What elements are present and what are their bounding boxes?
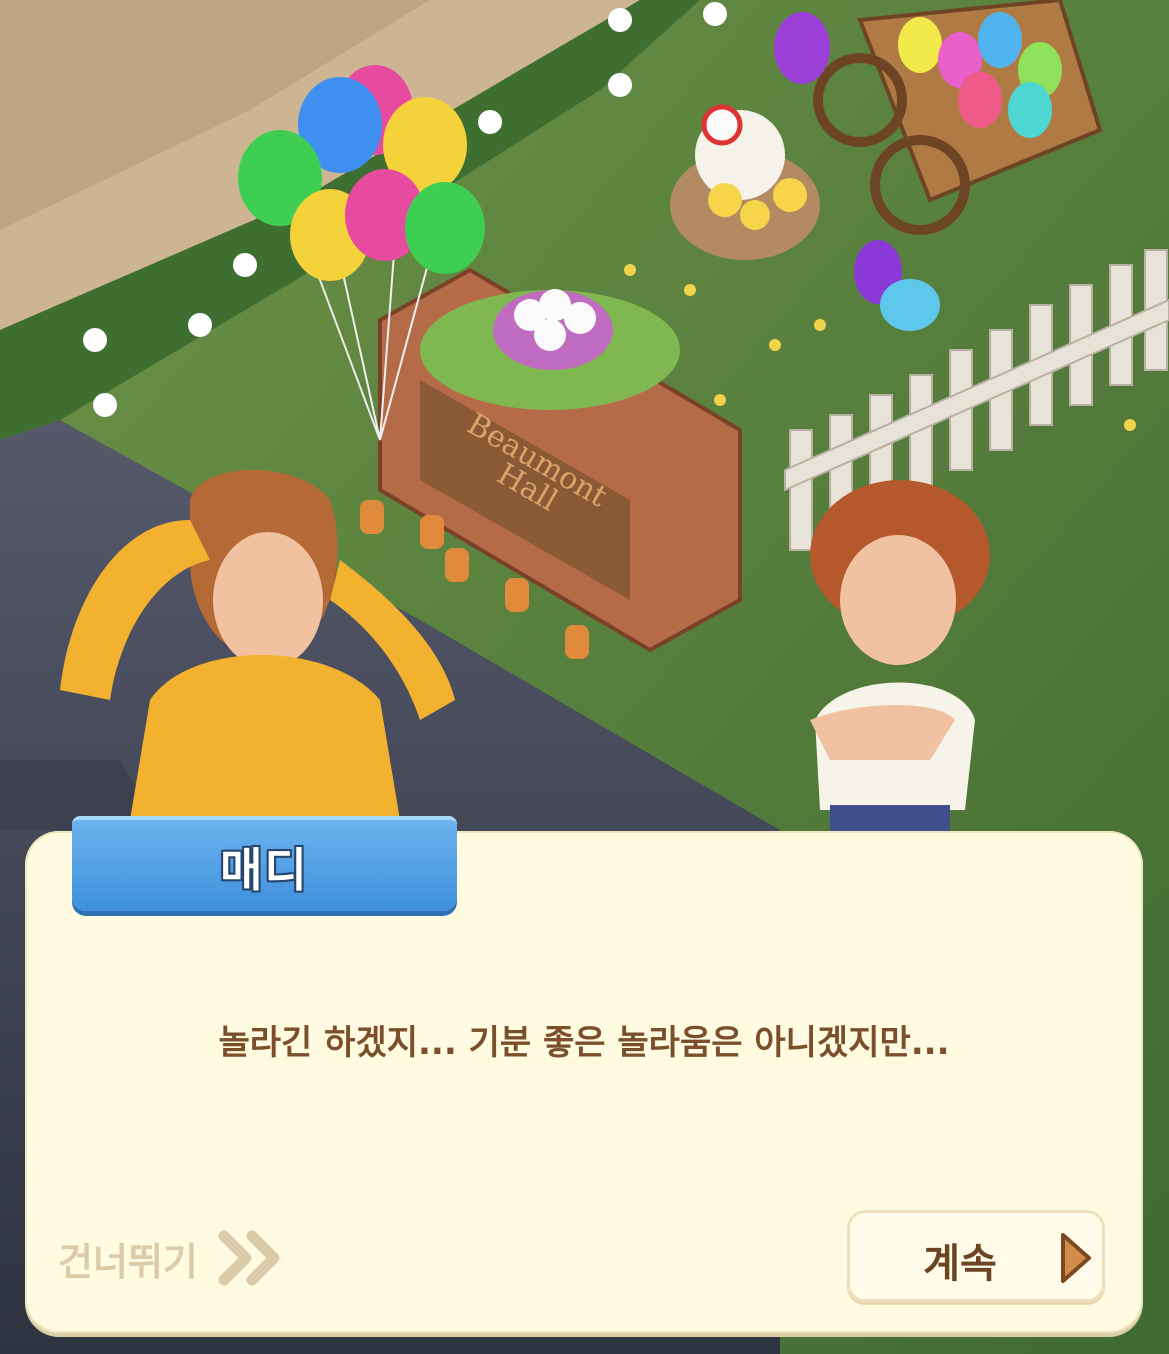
skip-button[interactable]: 건너뛰기 [58,1230,284,1286]
speaker-name: 매디 [220,843,309,897]
continue-label: 계속 [923,1241,997,1287]
spotted-egg-icon [774,12,830,84]
play-arrow-icon [1061,1233,1091,1283]
skip-label: 건너뛰기 [58,1239,198,1284]
speaker-name-tab: 매디 [72,816,457,911]
egg-icon [880,279,940,331]
double-chevron-right-icon [218,1230,280,1286]
continue-button[interactable]: 계속 [847,1210,1105,1302]
dialog-message: 놀라긴 하겠지... 기분 좋은 놀라움은 아니겠지만... [218,1023,950,1063]
